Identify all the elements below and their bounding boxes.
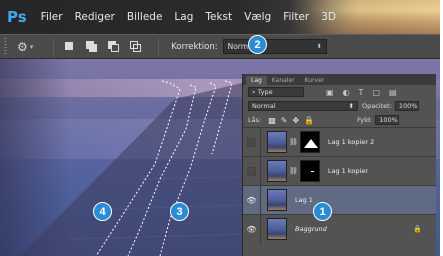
menu-rediger[interactable]: Rediger bbox=[75, 11, 115, 23]
eye-icon[interactable]: 👁 bbox=[243, 214, 261, 244]
callout-badge: 2 bbox=[248, 35, 267, 54]
filter-icons: ▣ ◐ T ▢ ▤ bbox=[326, 88, 397, 97]
opacity-input[interactable]: 100% bbox=[394, 101, 419, 111]
menu-3d[interactable]: 3D bbox=[321, 11, 336, 23]
toolbar-grip-handle[interactable] bbox=[4, 38, 7, 55]
select-arrows-icon: ⬍ bbox=[316, 43, 322, 50]
lock-label: Lås: bbox=[248, 116, 262, 124]
select-arrows-icon: ⬍ bbox=[348, 102, 354, 110]
blend-row: Normal ⬍ Opacitet: 100% bbox=[243, 99, 436, 113]
new-selection-button[interactable] bbox=[62, 39, 77, 54]
layer-name: Lag 1 bbox=[295, 196, 313, 204]
tab-kurver[interactable]: Kurver bbox=[300, 76, 330, 85]
pixel-filter-icon[interactable]: ▣ bbox=[326, 88, 334, 97]
menu-billede[interactable]: Billede bbox=[127, 11, 163, 23]
layers-panel: Lag Kanaler Kurver ⌕ Type ▣ ◐ T ▢ ▤ Norm… bbox=[242, 74, 436, 256]
layer-thumbnail bbox=[267, 131, 287, 153]
layer-mask-thumbnail[interactable] bbox=[299, 160, 320, 182]
layer-thumbnail bbox=[267, 160, 287, 182]
menu-tekst[interactable]: Tekst bbox=[205, 11, 232, 23]
eye-icon[interactable]: 👁 bbox=[243, 185, 261, 215]
opacity-label: Opacitet: bbox=[362, 102, 392, 110]
link-icon[interactable]: ⛓ bbox=[289, 167, 298, 175]
fill-label: Fyld: bbox=[357, 116, 373, 124]
panel-tabs: Lag Kanaler Kurver bbox=[243, 74, 436, 85]
layer-row[interactable]: 👁 Baggrund 🔒 bbox=[243, 214, 436, 244]
shape-filter-icon[interactable]: ▢ bbox=[372, 88, 380, 97]
divider bbox=[158, 38, 160, 55]
fill-value: 100% bbox=[379, 116, 398, 124]
lock-row: Lås: ▩✎✥🔒 Fyld: 100% bbox=[243, 113, 436, 127]
layer-thumbnail bbox=[267, 189, 287, 211]
subtract-from-selection-button[interactable] bbox=[106, 39, 121, 54]
callout-badge: 4 bbox=[93, 202, 112, 221]
layer-mask-thumbnail[interactable] bbox=[299, 131, 320, 153]
photoshop-window: Ps Filer Rediger Billede Lag Tekst Vælg … bbox=[0, 0, 443, 256]
menu-bar: Ps Filer Rediger Billede Lag Tekst Vælg … bbox=[0, 0, 440, 34]
intersect-selection-button[interactable] bbox=[128, 39, 143, 54]
pier bbox=[20, 81, 250, 256]
layer-row-selected[interactable]: 👁 Lag 1 bbox=[243, 185, 436, 215]
fill-input[interactable]: 100% bbox=[375, 115, 400, 125]
divider bbox=[53, 38, 55, 55]
korrektion-select[interactable]: Normal ⬍ bbox=[222, 39, 327, 54]
lock-icons[interactable]: ▩✎✥🔒 bbox=[268, 116, 319, 125]
filter-kind-select[interactable]: ⌕ Type bbox=[248, 87, 304, 97]
background-photo-sky bbox=[290, 0, 440, 34]
blend-mode-value: Normal bbox=[252, 102, 276, 110]
visibility-toggle[interactable] bbox=[243, 156, 261, 186]
options-bar: ⚙ ▾ Korrektion: Normal ⬍ bbox=[0, 34, 440, 59]
lasso-tool-icon[interactable]: ⚙ bbox=[17, 40, 28, 54]
add-to-selection-button[interactable] bbox=[84, 39, 99, 54]
menu-vaelg[interactable]: Vælg bbox=[244, 11, 271, 23]
type-filter-icon[interactable]: T bbox=[359, 88, 364, 97]
tab-lag[interactable]: Lag bbox=[246, 76, 267, 85]
tool-preset-dropdown-icon[interactable]: ▾ bbox=[30, 43, 34, 51]
lock-icon: 🔒 bbox=[413, 225, 422, 233]
filter-kind-value: Type bbox=[257, 88, 273, 96]
layer-name: Baggrund bbox=[295, 225, 327, 233]
layer-row[interactable]: ⛓ Lag 1 kopier bbox=[243, 156, 436, 186]
opacity-value: 100% bbox=[398, 102, 418, 110]
korrektion-label: Korrektion: bbox=[171, 41, 218, 52]
menu-filer[interactable]: Filer bbox=[41, 11, 63, 23]
layer-row[interactable]: ⛓ Lag 1 kopier 2 bbox=[243, 127, 436, 157]
adjustment-filter-icon[interactable]: ◐ bbox=[343, 88, 350, 97]
callout-badge: 3 bbox=[170, 202, 189, 221]
link-icon[interactable]: ⛓ bbox=[289, 138, 298, 146]
menu-lag[interactable]: Lag bbox=[174, 11, 193, 23]
smart-object-filter-icon[interactable]: ▤ bbox=[389, 88, 397, 97]
visibility-toggle[interactable] bbox=[243, 127, 261, 157]
blend-mode-select[interactable]: Normal ⬍ bbox=[248, 101, 358, 111]
callout-badge: 1 bbox=[313, 202, 332, 221]
filter-row: ⌕ Type ▣ ◐ T ▢ ▤ bbox=[243, 85, 436, 99]
menu-filter[interactable]: Filter bbox=[283, 11, 309, 23]
layer-name: Lag 1 kopier bbox=[327, 167, 369, 175]
photoshop-logo: Ps bbox=[7, 8, 27, 26]
tab-kanaler[interactable]: Kanaler bbox=[267, 76, 300, 85]
layer-thumbnail bbox=[267, 218, 287, 240]
layer-name: Lag 1 kopier 2 bbox=[327, 138, 375, 146]
search-icon: ⌕ bbox=[252, 87, 256, 96]
